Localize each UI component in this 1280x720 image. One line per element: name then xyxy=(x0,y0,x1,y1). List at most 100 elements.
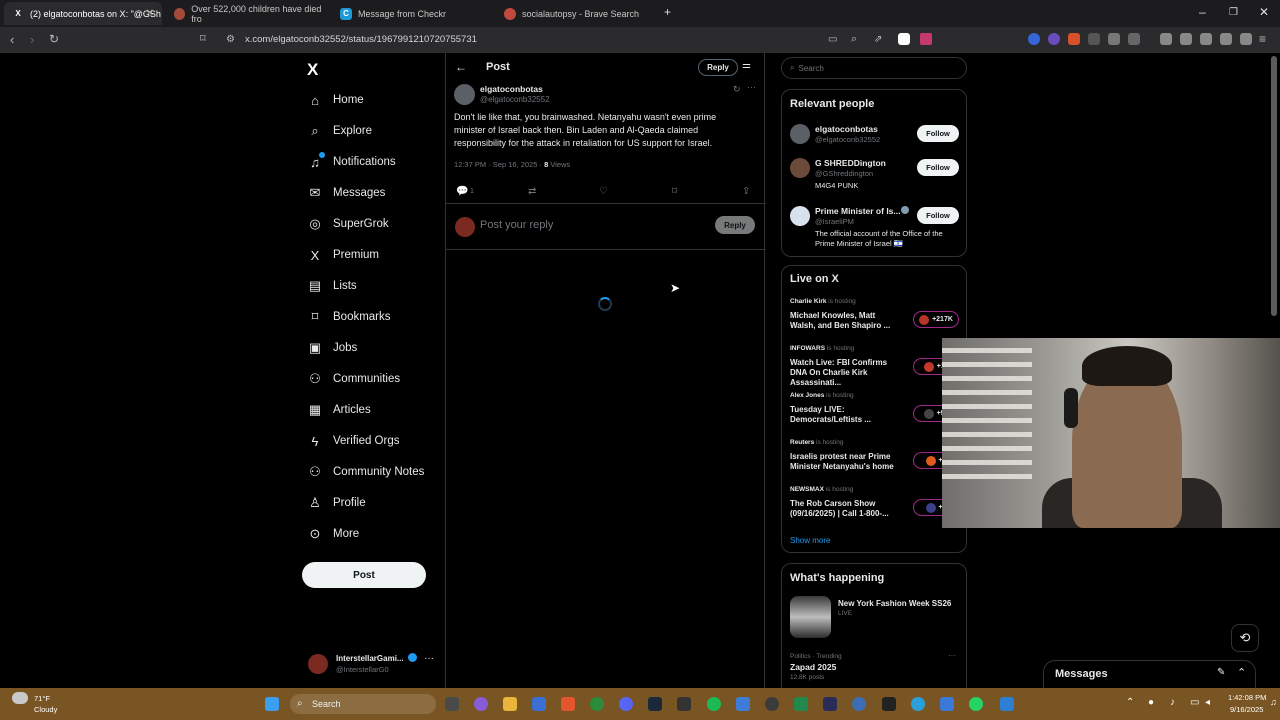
wallet-icon[interactable] xyxy=(1200,33,1212,45)
site-info-icon[interactable]: ⚙ xyxy=(226,34,235,45)
account-switcher[interactable]: InterstellarGami... @InterstellarG0 ··· xyxy=(308,651,438,677)
display-icon[interactable]: ▭ xyxy=(1190,697,1199,708)
nav-item-community-notes[interactable]: ⚇ Community Notes xyxy=(307,460,424,484)
extensions-puzzle-icon[interactable] xyxy=(1108,33,1120,45)
nav-item-bookmarks[interactable]: ⌑ Bookmarks xyxy=(307,305,391,329)
notification-bell-icon[interactable]: ♫ xyxy=(1270,697,1277,707)
media-icon[interactable] xyxy=(1160,33,1172,45)
reload-icon[interactable]: ↻ xyxy=(49,32,59,46)
extension-icon[interactable] xyxy=(1048,33,1060,45)
tweet-author-name[interactable]: elgatoconbotas xyxy=(480,84,543,94)
share-icon[interactable]: ⇗ xyxy=(874,34,882,45)
nav-item-jobs[interactable]: ▣ Jobs xyxy=(307,336,357,360)
sidebar-icon[interactable] xyxy=(1180,33,1192,45)
post-button[interactable]: Post xyxy=(302,562,426,588)
nav-item-verified-orgs[interactable]: ϟ Verified Orgs xyxy=(307,429,400,453)
more-dots-icon[interactable]: ··· xyxy=(424,653,434,664)
nav-item-articles[interactable]: ▦ Articles xyxy=(307,398,371,422)
extension-icon[interactable] xyxy=(1028,33,1040,45)
nav-item-communities[interactable]: ⚇ Communities xyxy=(307,367,400,391)
whatsapp-icon[interactable] xyxy=(969,697,983,711)
minimize-icon[interactable]: – xyxy=(1199,5,1206,19)
x-logo[interactable]: X xyxy=(307,60,318,80)
obs-icon[interactable] xyxy=(765,697,779,711)
xbox-icon[interactable] xyxy=(590,697,604,711)
browser-tab-children[interactable]: Over 522,000 children have died fro xyxy=(166,2,326,25)
copilot-icon[interactable] xyxy=(474,697,488,711)
grok-button[interactable]: ⟲ xyxy=(1231,624,1259,652)
steam-icon[interactable] xyxy=(648,697,662,711)
clock-time[interactable]: 1:42:08 PM xyxy=(1228,693,1266,702)
tweet-timestamp[interactable]: 12:37 PM · Sep 16, 2025 · xyxy=(454,160,544,169)
like-icon[interactable]: ♡ xyxy=(599,186,608,197)
more-dots-icon[interactable]: ··· xyxy=(948,651,956,660)
follow-button[interactable]: Follow xyxy=(917,125,959,142)
zoom-icon[interactable]: ⌕ xyxy=(851,33,857,46)
file-explorer-icon[interactable] xyxy=(503,697,517,711)
messages-drawer[interactable]: Messages ✎ ⌃ xyxy=(1043,660,1256,688)
windows-start-icon[interactable] xyxy=(265,697,279,711)
clock-date[interactable]: 9/16/2025 xyxy=(1230,705,1263,714)
extension-icon[interactable] xyxy=(1088,33,1100,45)
browser-tab-x[interactable]: X (2) elgatoconbotas on X: "@GSh ✕ xyxy=(4,2,162,25)
vpn-icon[interactable] xyxy=(1240,33,1252,45)
more-dots-icon[interactable]: ··· xyxy=(747,82,756,92)
repost-icon[interactable]: ⇄ xyxy=(528,186,536,197)
expand-icon[interactable]: ⌃ xyxy=(1237,666,1246,679)
bookmark-icon[interactable]: ⌑ xyxy=(672,186,677,197)
nav-item-profile[interactable]: ♙ Profile xyxy=(307,491,365,515)
extension-icon[interactable] xyxy=(1128,33,1140,45)
microphone-icon[interactable]: ♪ xyxy=(1170,697,1175,708)
app-icon[interactable] xyxy=(677,697,691,711)
nav-item-supergrok[interactable]: ◎ SuperGrok xyxy=(307,212,388,236)
brave-icon[interactable] xyxy=(561,697,575,711)
reply-input[interactable]: Post your reply xyxy=(480,219,553,231)
telegram-icon[interactable] xyxy=(911,697,925,711)
close-window-icon[interactable]: ✕ xyxy=(1259,5,1269,19)
follow-button[interactable]: Follow xyxy=(917,207,959,224)
calculator-icon[interactable] xyxy=(940,697,954,711)
avatar[interactable] xyxy=(454,84,475,105)
nav-item-explore[interactable]: ⌕ Explore xyxy=(307,119,372,143)
forward-icon[interactable]: › xyxy=(30,32,34,47)
settings-sliders-icon[interactable]: ⚌ xyxy=(742,60,751,71)
app-icon[interactable] xyxy=(1000,697,1014,711)
browser-tab-checkr[interactable]: C Message from Checkr xyxy=(332,2,492,25)
excel-icon[interactable] xyxy=(794,697,808,711)
app-icon[interactable] xyxy=(823,697,837,711)
leo-ai-icon[interactable] xyxy=(1220,33,1232,45)
back-icon[interactable]: ‹ xyxy=(10,32,14,47)
nav-item-home[interactable]: ⌂ Home xyxy=(307,88,364,112)
menu-icon[interactable]: ≡ xyxy=(1259,32,1266,46)
new-tab-button[interactable]: + xyxy=(664,5,671,19)
nav-item-messages[interactable]: ✉ Messages xyxy=(307,181,386,205)
page-scrollbar[interactable] xyxy=(1271,56,1277,316)
settings-icon[interactable] xyxy=(852,697,866,711)
store-icon[interactable] xyxy=(532,697,546,711)
url-field[interactable]: x.com/elgatoconb32552/status/19679912107… xyxy=(245,34,477,45)
brave-shield-icon[interactable] xyxy=(898,33,910,45)
search-input[interactable]: ⌕ Search xyxy=(781,57,967,79)
grok-explain-icon[interactable]: ↻ xyxy=(733,84,741,95)
nav-item-more[interactable]: ⊙ More xyxy=(307,522,360,546)
close-tab-icon[interactable]: ✕ xyxy=(146,8,154,19)
tray-app-icon[interactable]: ● xyxy=(1148,697,1154,708)
tweet-author-handle[interactable]: @elgatoconb32552 xyxy=(480,95,550,104)
nav-item-premium[interactable]: X Premium xyxy=(307,243,379,267)
nav-item-notifications[interactable]: ♫ Notifications xyxy=(307,150,396,174)
task-view-icon[interactable] xyxy=(445,697,459,711)
spotify-icon[interactable] xyxy=(707,697,721,711)
extension-icon[interactable] xyxy=(1068,33,1080,45)
back-arrow-icon[interactable]: ← xyxy=(455,60,467,74)
cast-icon[interactable]: ▭ xyxy=(828,34,837,45)
new-message-icon[interactable]: ✎ xyxy=(1217,667,1225,678)
app-icon[interactable] xyxy=(882,697,896,711)
bookmark-page-icon[interactable]: ⌑ xyxy=(200,32,206,45)
notepad-icon[interactable] xyxy=(736,697,750,711)
taskbar-search[interactable]: ⌕ Search xyxy=(290,694,436,714)
reply-submit-button[interactable]: Reply xyxy=(715,216,755,234)
discord-icon[interactable] xyxy=(619,697,633,711)
maximize-icon[interactable]: ❐ xyxy=(1229,7,1238,18)
nav-item-lists[interactable]: ▤ Lists xyxy=(307,274,357,298)
follow-button[interactable]: Follow xyxy=(917,159,959,176)
